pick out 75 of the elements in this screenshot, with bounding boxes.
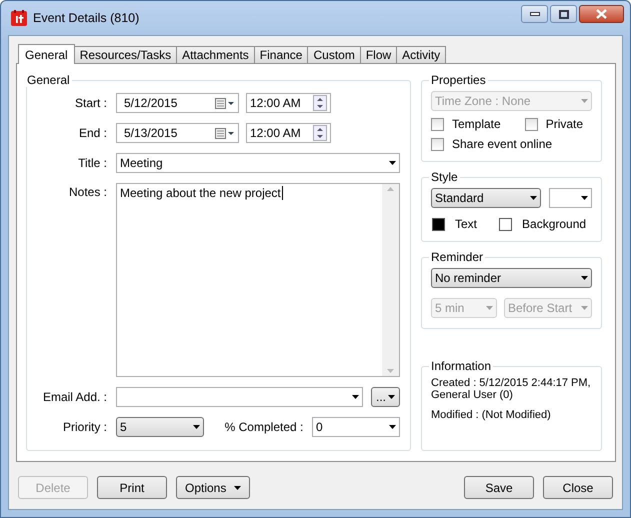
tab[interactable]: Custom: [307, 46, 361, 63]
group-title: Style: [430, 170, 459, 184]
spinner-arrows-icon: [313, 125, 327, 141]
field-label: Start :: [74, 96, 107, 110]
maximize-button[interactable]: [550, 5, 577, 23]
tab[interactable]: General: [18, 44, 75, 64]
window-title: Event Details (810): [33, 11, 140, 25]
action-button[interactable]: Close: [543, 476, 613, 499]
caret-icon: [234, 486, 242, 490]
caret-icon: [389, 161, 396, 165]
minimize-button[interactable]: [521, 5, 548, 23]
group-title: Reminder: [430, 250, 484, 264]
tab[interactable]: Attachments: [176, 46, 255, 63]
scroll-up-icon: [387, 187, 394, 191]
field-label: Title :: [77, 156, 107, 170]
caret-icon: [193, 425, 200, 429]
group-title: General: [26, 73, 71, 87]
field-label: Priority :: [62, 420, 107, 434]
caret-icon: [530, 196, 537, 200]
tab[interactable]: Flow: [360, 46, 398, 63]
title-combobox[interactable]: Meeting: [116, 153, 400, 173]
maximize-icon: [558, 10, 568, 18]
swatch-label: Text: [455, 217, 478, 231]
reminder-dropdown[interactable]: No reminder: [431, 268, 592, 288]
checkbox-label: Template: [452, 117, 501, 131]
calendar-icon: [215, 98, 235, 108]
field-label: End :: [78, 126, 107, 140]
created-text: Created : 5/12/2015 2:44:17 PM, General User (0): [431, 377, 592, 401]
caret-icon: [486, 306, 493, 310]
swatch-label: Background: [522, 217, 586, 231]
checkbox-label: Share event online: [452, 137, 552, 151]
tab[interactable]: Finance: [254, 46, 308, 63]
tab[interactable]: Activity: [396, 46, 446, 63]
time-spinner[interactable]: 12:00 AM: [246, 93, 331, 113]
notes-textarea[interactable]: Meeting about the new project: [116, 183, 400, 377]
scrollbar[interactable]: [382, 184, 399, 376]
calendar-icon: [215, 128, 235, 138]
time-spinner[interactable]: 12:00 AM: [246, 123, 331, 143]
email-combobox[interactable]: [116, 387, 363, 407]
group-title: Information: [430, 359, 492, 373]
scroll-down-icon: [387, 369, 394, 373]
group-title: Properties: [430, 73, 487, 87]
close-icon: [596, 9, 607, 19]
tab[interactable]: Resources/Tasks: [74, 46, 178, 63]
action-button[interactable]: Print: [97, 476, 167, 499]
action-button[interactable]: Save: [464, 476, 534, 499]
more-button[interactable]: ...: [371, 387, 400, 407]
menu-button[interactable]: Options: [176, 476, 250, 499]
caret-icon: [581, 276, 588, 280]
calendar-app-icon: [11, 10, 27, 26]
caret-icon: [581, 99, 588, 103]
color-swatch[interactable]: [499, 218, 512, 230]
field-label: Email Add. :: [42, 390, 107, 404]
color-swatch[interactable]: [432, 218, 445, 230]
checkbox[interactable]: [431, 118, 444, 130]
checkbox[interactable]: [524, 118, 538, 130]
color-combobox[interactable]: [549, 188, 592, 208]
date-picker[interactable]: 5/13/2015: [116, 123, 239, 143]
caret-icon: [388, 395, 395, 399]
caret-icon: [581, 306, 588, 310]
caret-icon: [388, 425, 396, 429]
completed-combobox[interactable]: 0: [312, 417, 400, 437]
caret-icon: [352, 395, 359, 399]
modified-text: Modified : (Not Modified): [431, 409, 552, 421]
close-button[interactable]: [579, 5, 624, 23]
minimize-icon: [530, 12, 540, 16]
field-label: % Completed :: [224, 420, 304, 434]
checkbox[interactable]: [431, 138, 444, 150]
caret-icon: [581, 196, 588, 200]
checkbox-label: Private: [546, 117, 584, 131]
priority-dropdown[interactable]: 5: [116, 417, 204, 437]
field-label: Notes :: [68, 185, 107, 199]
style-dropdown[interactable]: Standard: [431, 188, 541, 208]
spinner-arrows-icon: [313, 95, 327, 111]
date-picker[interactable]: 5/12/2015: [116, 93, 239, 113]
